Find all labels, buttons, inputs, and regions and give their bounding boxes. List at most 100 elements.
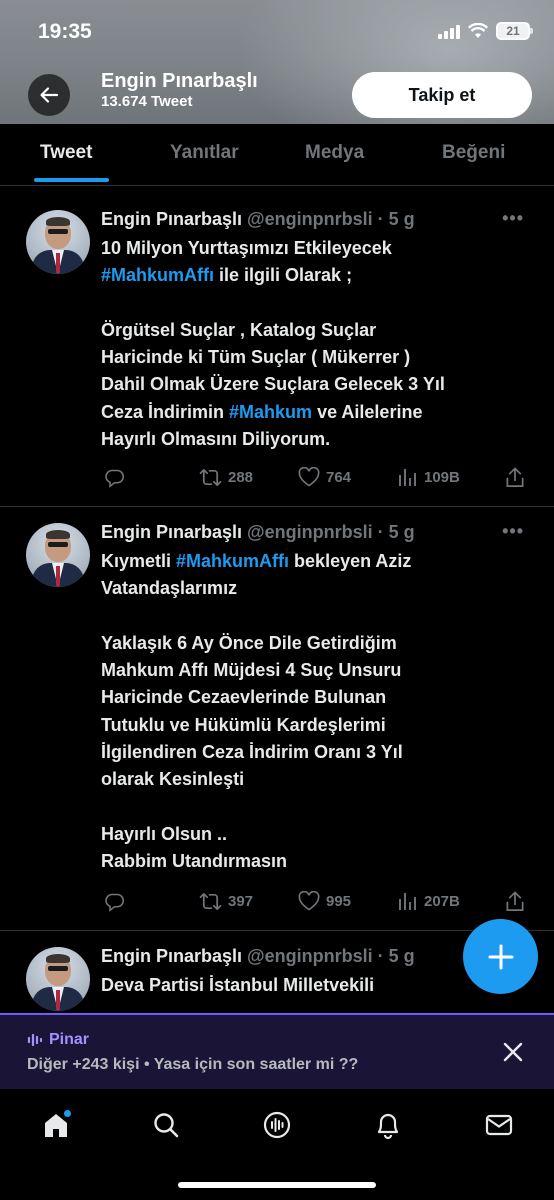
tweet-line: Rabbim Utandırmasın — [101, 851, 288, 872]
spaces-dock[interactable]: Pinar Diğer +243 kişi • Yasa için son sa… — [0, 1013, 554, 1089]
retweet-count: 397 — [228, 893, 254, 910]
share-icon — [506, 467, 524, 487]
author-handle: @enginpnrbsli · 5 g — [247, 522, 415, 542]
tab-likes[interactable]: Beğeni — [442, 142, 505, 164]
more-icon[interactable]: ••• — [502, 521, 524, 542]
retweet-button[interactable]: 397 — [199, 891, 253, 912]
close-button[interactable] — [502, 1041, 524, 1068]
tweet[interactable]: Engin Pınarbaşlı @enginpnrbsli · 5 g •••… — [0, 194, 554, 507]
tweet-line: 10 Milyon Yurttaşımızı Etkileyecek — [101, 238, 392, 258]
view-count: 207B — [424, 892, 460, 910]
tweet-line: Haricinde ki Tüm Suçlar ( Mükerrer ) — [101, 347, 411, 368]
tweet-count: 13.674 Tweet — [101, 93, 193, 110]
nav-home[interactable] — [38, 1107, 74, 1143]
views-button[interactable]: 207B — [398, 891, 460, 911]
tweet-actions: 288 764 109B — [101, 467, 531, 491]
like-button[interactable]: 764 — [298, 467, 351, 487]
tab-tweet[interactable]: Tweet — [40, 142, 92, 164]
cellular-signal-icon — [438, 23, 460, 39]
tweet-line: Tutuklu ve Hükümlü Kardeşlerimi — [101, 714, 386, 735]
like-count: 995 — [326, 892, 352, 910]
retweet-button[interactable]: 288 — [199, 467, 253, 488]
tweet-header: Engin Pınarbaşlı @enginpnrbsli · 5 g — [101, 522, 415, 543]
profile-tabs: Tweet Yanıtlar Medya Beğeni — [0, 124, 554, 186]
tweet-line: Hayırlı Olmasını Diliyorum. — [101, 429, 331, 450]
like-icon — [298, 891, 320, 911]
view-count: 109B — [424, 468, 460, 486]
share-button[interactable] — [505, 467, 525, 488]
active-tab-indicator — [34, 178, 109, 182]
wifi-icon — [468, 23, 488, 38]
retweet-count: 288 — [228, 469, 254, 486]
author-name[interactable]: Engin Pınarbaşlı — [101, 209, 242, 229]
views-icon — [399, 469, 416, 486]
status-time: 19:35 — [38, 20, 92, 43]
spaces-host-name: Pinar — [49, 1031, 90, 1048]
tweet-header: Engin Pınarbaşlı @enginpnrbsli · 5 g — [101, 209, 415, 230]
status-bar: 19:35 21 — [0, 0, 554, 62]
nav-notifications[interactable] — [370, 1107, 406, 1143]
compose-tweet-button[interactable] — [463, 919, 538, 994]
nav-spaces[interactable] — [259, 1107, 295, 1143]
author-name[interactable]: Engin Pınarbaşlı — [101, 946, 242, 966]
like-button[interactable]: 995 — [298, 891, 351, 911]
back-arrow-icon — [40, 87, 59, 103]
avatar[interactable] — [26, 523, 90, 587]
author-handle: @enginpnrbsli · 5 g — [247, 209, 415, 229]
views-button[interactable]: 109B — [398, 467, 460, 487]
share-icon — [506, 891, 524, 911]
avatar[interactable] — [26, 947, 90, 1011]
tweet-line: Deva Partisi İstanbul Milletvekili — [101, 975, 375, 995]
tweet-line: #MahkumAffı ile ilgili Olarak ; — [101, 265, 353, 286]
avatar[interactable] — [26, 210, 90, 274]
retweet-icon — [199, 469, 222, 486]
reply-button[interactable] — [104, 467, 125, 488]
messages-icon — [485, 1114, 513, 1136]
tweet-line: İlgilendiren Ceza İndirim Oranı 3 Yıl — [101, 742, 403, 763]
views-icon — [399, 893, 416, 910]
notification-dot — [63, 1109, 72, 1118]
tab-replies[interactable]: Yanıtlar — [170, 142, 239, 164]
reply-button[interactable] — [104, 891, 125, 912]
author-handle: @enginpnrbsli · 5 g — [247, 946, 415, 966]
back-button[interactable] — [28, 74, 70, 116]
tab-media[interactable]: Medya — [305, 142, 364, 164]
follow-button[interactable]: Takip et — [352, 72, 532, 118]
status-icons: 21 — [438, 22, 533, 40]
tweet-line: Vatandaşlarımız — [101, 578, 238, 599]
tweet-line: Dahil Olmak Üzere Suçlara Gelecek 3 Yıl — [101, 374, 445, 395]
like-count: 764 — [326, 468, 352, 486]
tweet-line: Mahkum Affı Müjdesi 4 Suç Unsuru — [101, 660, 402, 681]
like-icon — [298, 467, 320, 487]
compose-icon — [488, 944, 513, 969]
battery-icon: 21 — [496, 22, 533, 40]
hashtag-link[interactable]: #MahkumAffı — [101, 265, 214, 285]
tweet-line: Ceza İndirimin #Mahkum ve Ailelerine — [101, 401, 423, 422]
nav-search[interactable] — [148, 1107, 184, 1143]
more-icon[interactable]: ••• — [502, 208, 524, 229]
profile-header: 19:35 21 Engin Pınarbaşlı 13.674 Tweet T… — [0, 0, 554, 124]
spaces-title: Diğer +243 kişi • Yasa için son saatler … — [27, 1056, 359, 1073]
tweet-line: Haricinde Cezaevlerinde Bulunan — [101, 687, 387, 708]
tweet-actions: 397 995 207B — [101, 891, 531, 915]
close-icon — [503, 1042, 523, 1062]
hashtag-link[interactable]: #MahkumAffı — [176, 551, 289, 571]
tweet-line: olarak Kesinleşti — [101, 769, 245, 790]
hashtag-link[interactable]: #Mahkum — [229, 402, 312, 422]
author-name[interactable]: Engin Pınarbaşlı — [101, 522, 242, 542]
tweet[interactable]: Engin Pınarbaşlı @enginpnrbsli · 5 g •••… — [0, 507, 554, 931]
spaces-icon — [263, 1111, 291, 1139]
nav-messages[interactable] — [481, 1107, 517, 1143]
tweet-line: Örgütsel Suçlar , Katalog Suçlar — [101, 319, 377, 340]
spaces-host: Pinar — [27, 1031, 89, 1049]
share-button[interactable] — [505, 891, 525, 912]
tweet-text: 10 Milyon Yurttaşımızı Etkileyecek #Mahk… — [101, 235, 521, 453]
retweet-icon — [199, 893, 222, 910]
tweet-line: Hayırlı Olsun .. — [101, 823, 228, 844]
search-icon — [154, 1113, 179, 1138]
reply-icon — [105, 893, 125, 912]
notifications-icon — [377, 1113, 399, 1140]
tweet-header: Engin Pınarbaşlı @enginpnrbsli · 5 g — [101, 946, 415, 967]
tweet-text: Deva Partisi İstanbul Milletvekili — [101, 972, 521, 999]
tweet-line: Yaklaşık 6 Ay Önce Dile Getirdiğim — [101, 632, 397, 653]
